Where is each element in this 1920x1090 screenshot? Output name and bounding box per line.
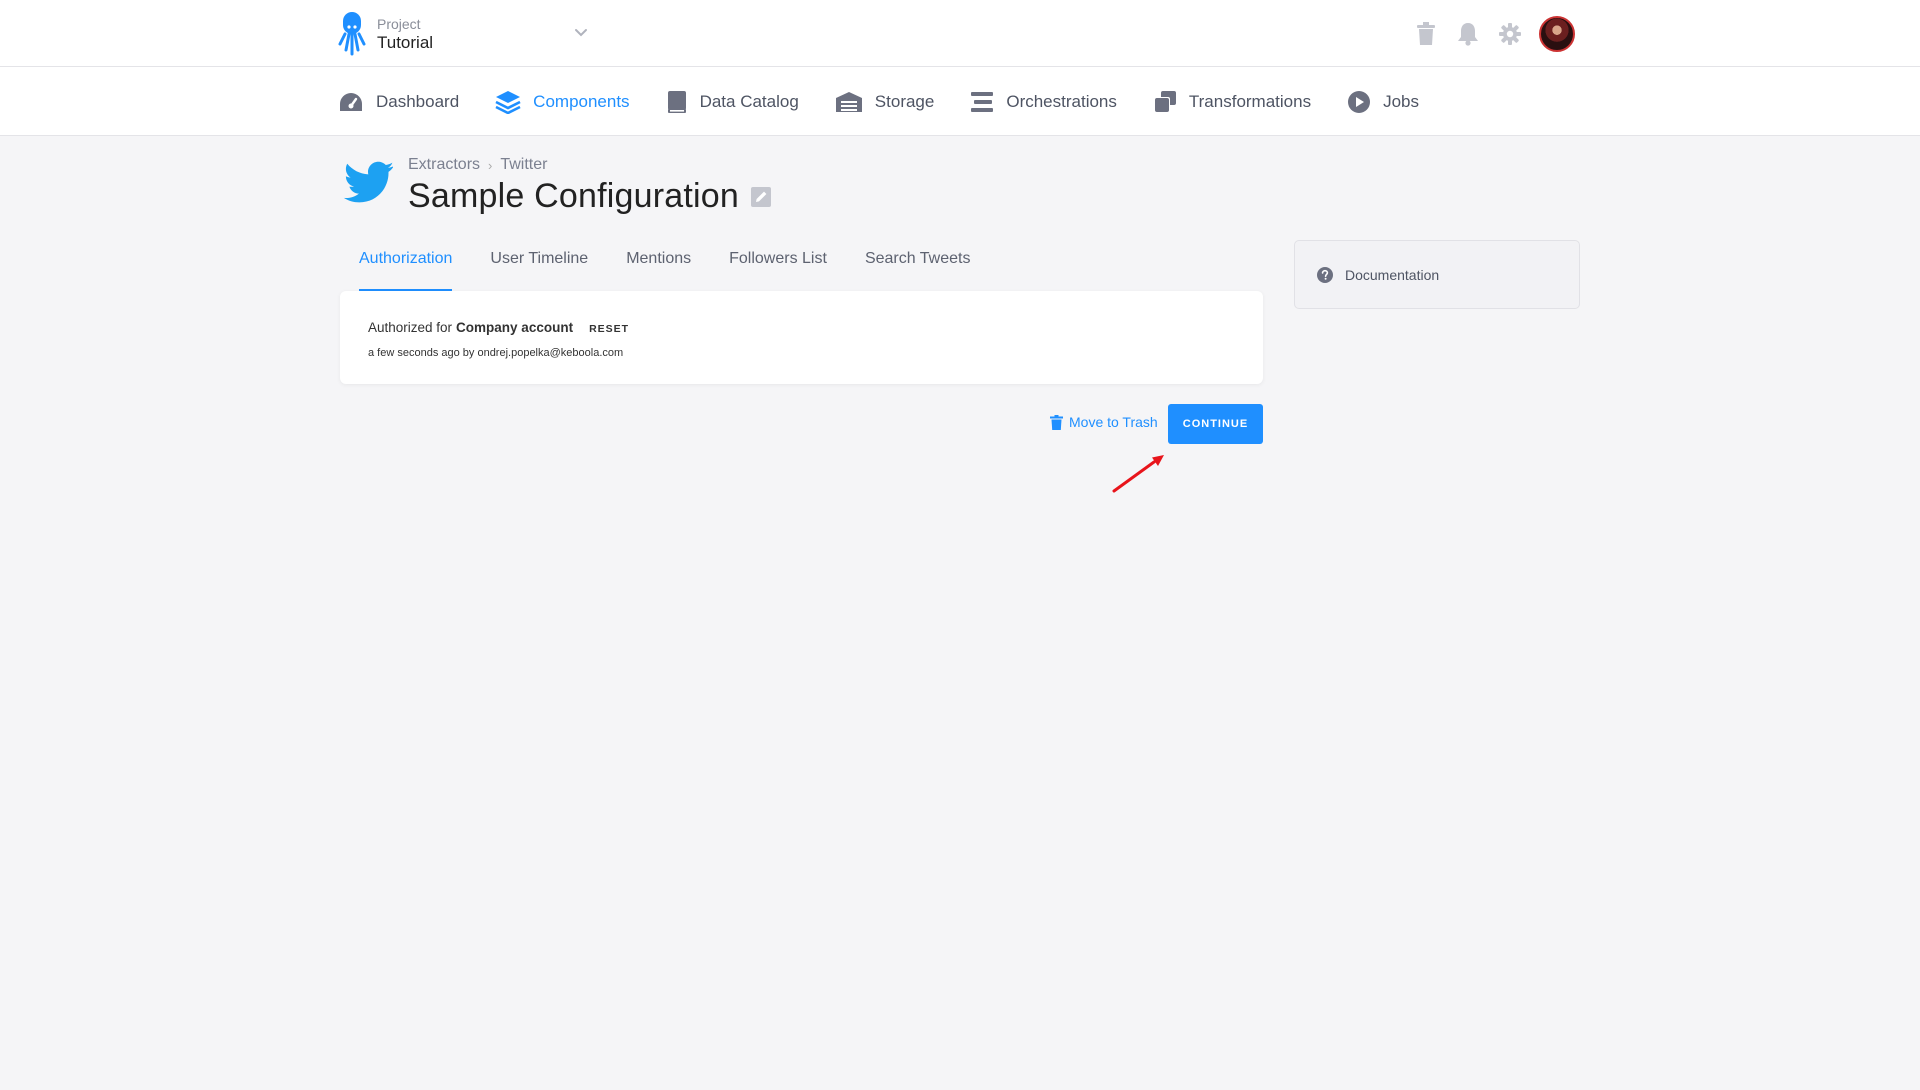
- breadcrumb: Extractors › Twitter: [408, 156, 547, 174]
- nav-label: Jobs: [1383, 91, 1419, 111]
- top-icons: [1413, 16, 1575, 52]
- auth-meta: a few seconds ago by ondrej.popelka@kebo…: [368, 347, 624, 359]
- edit-icon[interactable]: [750, 186, 771, 207]
- chevron-down-icon[interactable]: [572, 24, 590, 42]
- tab-authorization[interactable]: Authorization: [359, 241, 453, 291]
- layers-icon: [495, 90, 521, 114]
- reset-button[interactable]: RESET: [589, 323, 629, 335]
- tab-search-tweets[interactable]: Search Tweets: [865, 241, 971, 291]
- avatar[interactable]: [1539, 16, 1575, 52]
- auth-prefix: Authorized for: [368, 320, 453, 335]
- warehouse-icon: [835, 91, 862, 112]
- dashboard-icon: [340, 92, 362, 111]
- breadcrumb-current: Twitter: [500, 156, 548, 173]
- nav-label: Orchestrations: [1006, 91, 1117, 111]
- nav-item-data-catalog[interactable]: Data Catalog: [666, 90, 799, 114]
- auth-status: Authorized for Company account RESET: [368, 320, 629, 335]
- nav-label: Transformations: [1188, 91, 1312, 111]
- nav-item-storage[interactable]: Storage: [835, 91, 935, 113]
- trash-icon: [1050, 414, 1063, 430]
- nav-item-orchestrations[interactable]: Orchestrations: [970, 91, 1117, 113]
- config-tabs: Authorization User Timeline Mentions Fol…: [359, 241, 1008, 291]
- breadcrumb-extractors[interactable]: Extractors: [408, 156, 480, 174]
- tab-mentions[interactable]: Mentions: [626, 241, 691, 291]
- top-bar: Project Tutorial: [0, 0, 1920, 67]
- bell-icon[interactable]: [1455, 21, 1481, 47]
- authorization-card: Authorized for Company account RESET a f…: [340, 291, 1263, 384]
- nav-label: Dashboard: [376, 91, 460, 111]
- documentation-link[interactable]: Documentation: [1294, 240, 1580, 309]
- nav-label: Components: [533, 91, 630, 111]
- auth-account: Company account: [456, 320, 574, 335]
- tab-user-timeline[interactable]: User Timeline: [490, 241, 588, 291]
- continue-button[interactable]: CONTINUE: [1168, 404, 1263, 444]
- trash-icon[interactable]: [1413, 21, 1439, 47]
- tab-followers-list[interactable]: Followers List: [729, 241, 827, 291]
- nav-item-jobs[interactable]: Jobs: [1347, 90, 1419, 114]
- nav-item-components[interactable]: Components: [495, 90, 630, 114]
- book-icon: [667, 90, 686, 113]
- move-to-trash-link[interactable]: Move to Trash: [1050, 414, 1158, 430]
- windows-icon: [1153, 90, 1176, 113]
- nav-label: Data Catalog: [699, 91, 799, 111]
- breadcrumb-separator: ›: [488, 157, 493, 173]
- twitter-bird-icon: [343, 161, 393, 203]
- main-nav: Dashboard Components Data Catalog Storag…: [0, 67, 1920, 136]
- bars-icon: [971, 91, 994, 112]
- project-switcher[interactable]: Project Tutorial: [337, 12, 433, 56]
- nav-item-dashboard[interactable]: Dashboard: [338, 91, 459, 113]
- nav-label: Storage: [874, 91, 935, 111]
- keboola-logo-icon: [338, 12, 366, 56]
- project-label: Project: [377, 16, 421, 32]
- question-circle-icon: [1317, 266, 1333, 283]
- project-name: Tutorial: [377, 33, 434, 52]
- play-circle-icon: [1348, 90, 1371, 113]
- nav-item-transformations[interactable]: Transformations: [1153, 90, 1311, 114]
- documentation-label: Documentation: [1345, 266, 1440, 283]
- red-arrow-annotation: [1112, 455, 1164, 493]
- page-title-row: Sample Configuration: [408, 177, 771, 216]
- move-to-trash-label: Move to Trash: [1069, 414, 1158, 430]
- gear-icon[interactable]: [1497, 21, 1523, 47]
- page-title: Sample Configuration: [408, 177, 739, 215]
